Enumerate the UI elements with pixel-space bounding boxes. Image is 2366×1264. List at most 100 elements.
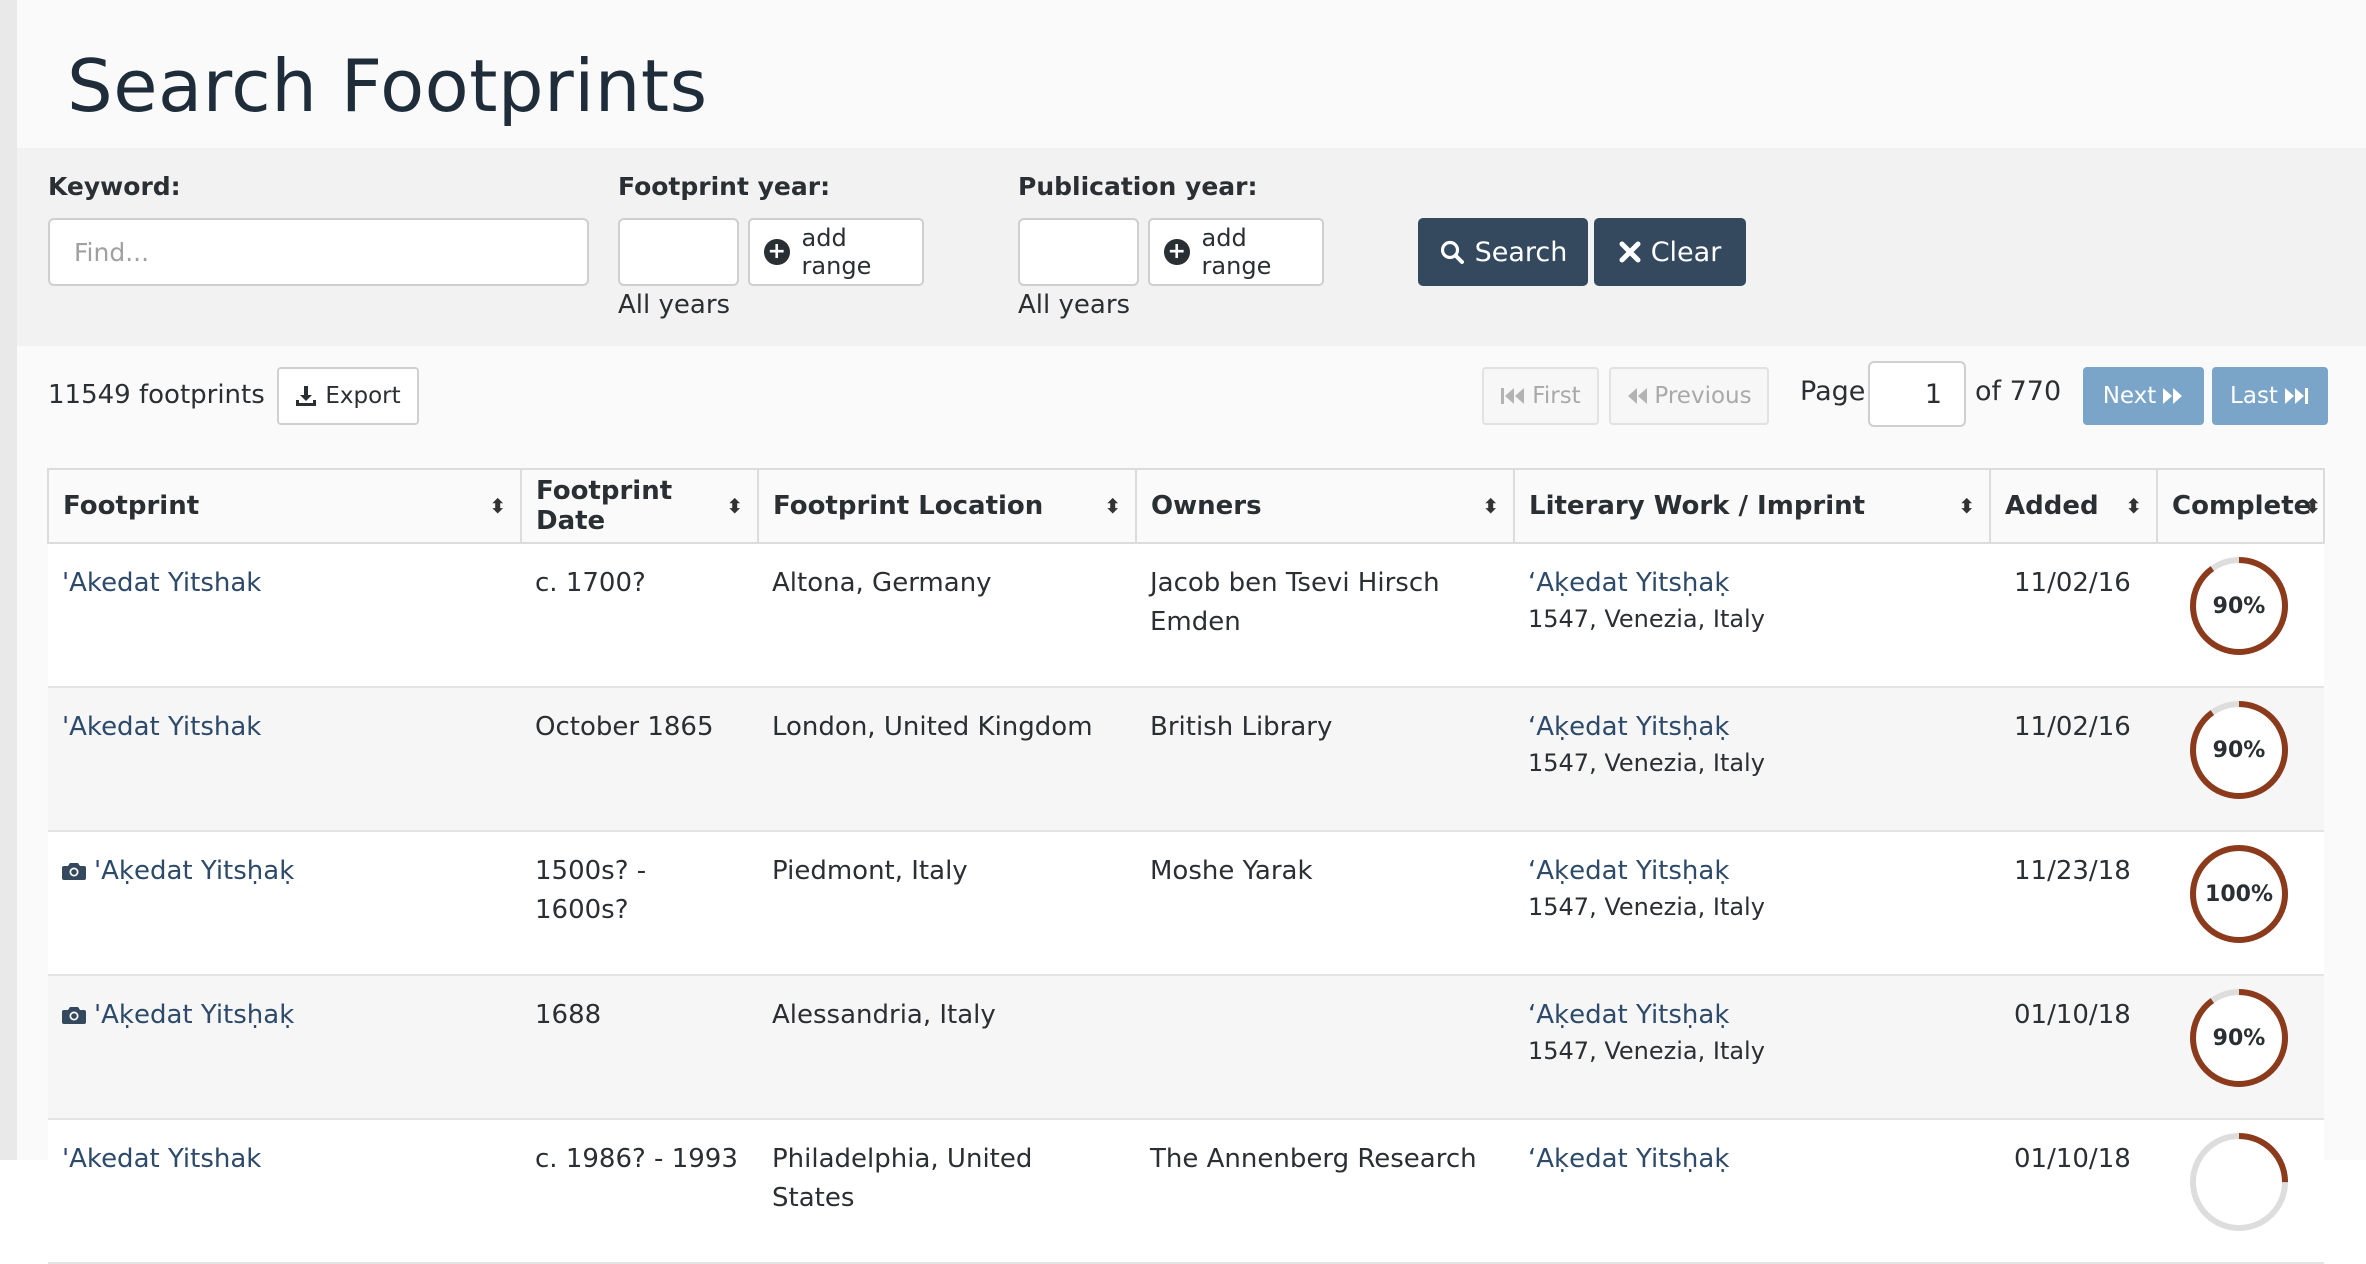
- literary-work-cell: ‘Aḳedat Yitsḥaḳ: [1514, 1119, 1990, 1264]
- plus-circle-icon: +: [1164, 239, 1190, 265]
- imprint-text: 1547, Venezia, Italy: [1528, 749, 1765, 777]
- search-button-label: Search: [1474, 236, 1568, 268]
- results-count: 11549 footprints: [48, 380, 265, 410]
- owners-cell: Moshe Yarak: [1136, 831, 1514, 976]
- owners-cell: [1136, 975, 1514, 1120]
- footprint-link[interactable]: 'Akedat Yitshak: [62, 1144, 261, 1174]
- page-label: Page: [1800, 376, 1866, 407]
- footprint-location-cell: Piedmont, Italy: [758, 831, 1136, 976]
- literary-work-link[interactable]: ‘Aḳedat Yitsḥaḳ: [1528, 852, 1976, 891]
- footprint-cell: 'Akedat Yitshak: [48, 1119, 521, 1264]
- keyword-input[interactable]: [50, 220, 587, 284]
- footprint-year-field: [618, 218, 739, 286]
- footprint-location-cell: London, United Kingdom: [758, 687, 1136, 832]
- literary-work-cell: ‘Aḳedat Yitsḥaḳ 1547, Venezia, Italy: [1514, 543, 1990, 688]
- page-number-field: [1868, 361, 1966, 427]
- camera-icon: [62, 998, 86, 1037]
- footprint-location-cell: Alessandria, Italy: [758, 975, 1136, 1120]
- page-content: Search Footprints Keyword: Footprint yea…: [17, 0, 2366, 1264]
- page-number-input[interactable]: [1870, 363, 1964, 425]
- footprint-link[interactable]: 'Akedat Yitshak: [62, 712, 261, 742]
- plus-circle-icon: +: [764, 239, 790, 265]
- footprint-year-input[interactable]: [620, 220, 737, 284]
- table-header-row: Footprint ⬍ Footprint Date ⬍ Footprint Loc…: [47, 468, 2325, 544]
- column-header-added[interactable]: Added ⬍: [1989, 468, 2158, 544]
- completeness-percent: 100%: [2205, 881, 2273, 907]
- footprints-table: Footprint ⬍ Footprint Date ⬍ Footprint Loc…: [47, 468, 2325, 1264]
- footprint-link[interactable]: 'Akedat Yitshak: [62, 568, 261, 598]
- column-header-complete[interactable]: Complete ⬍: [2156, 468, 2325, 544]
- previous-page-label: Previous: [1654, 383, 1752, 409]
- page-total-label: of 770: [1975, 376, 2062, 407]
- completeness-progress-ring: 90%: [2187, 554, 2291, 658]
- next-page-button[interactable]: Next: [2083, 367, 2204, 425]
- clear-button[interactable]: Clear: [1594, 218, 1746, 286]
- footprint-date-cell: October 1865: [521, 687, 758, 832]
- camera-icon: [62, 854, 86, 893]
- footprint-date-cell: c. 1986? - 1993: [521, 1119, 758, 1264]
- completeness-percent: 90%: [2212, 737, 2266, 763]
- left-page-border: [0, 0, 17, 1160]
- column-header-footprint-date[interactable]: Footprint Date ⬍: [520, 468, 759, 544]
- table-row: 'Akedat Yitshak c. 1700? Altona, Germany Ja…: [48, 543, 2324, 688]
- complete-cell: 90%: [2157, 687, 2324, 832]
- publication-year-input[interactable]: [1020, 220, 1137, 284]
- literary-work-link[interactable]: ‘Aḳedat Yitsḥaḳ: [1528, 564, 1976, 603]
- footprint-date-cell: c. 1700?: [521, 543, 758, 688]
- literary-work-cell: ‘Aḳedat Yitsḥaḳ 1547, Venezia, Italy: [1514, 687, 1990, 832]
- footprint-year-label: Footprint year:: [618, 172, 831, 201]
- column-header-owners[interactable]: Owners ⬍: [1135, 468, 1515, 544]
- last-page-button[interactable]: Last: [2212, 367, 2328, 425]
- footprint-year-add-range-button[interactable]: + add range: [748, 218, 924, 286]
- sort-icon: ⬍: [1958, 494, 1975, 518]
- keyword-field: [48, 218, 589, 286]
- footprint-link[interactable]: 'Aḳedat Yitsḥaḳ: [94, 856, 294, 886]
- completeness-progress-ring: [2187, 1130, 2291, 1234]
- search-button[interactable]: Search: [1418, 218, 1588, 286]
- table-row: 'Akedat Yitshak c. 1986? - 1993 Philadelph…: [48, 1119, 2324, 1264]
- first-page-button[interactable]: First: [1482, 367, 1599, 425]
- keyword-label: Keyword:: [48, 172, 181, 201]
- first-page-label: First: [1532, 383, 1581, 409]
- forward-icon: [2163, 388, 2183, 404]
- clear-button-label: Clear: [1650, 236, 1722, 268]
- owners-cell: Jacob ben Tsevi Hirsch Emden: [1136, 543, 1514, 688]
- complete-cell: [2157, 1119, 2324, 1264]
- column-header-footprint[interactable]: Footprint ⬍: [47, 468, 522, 544]
- publication-year-add-range-button[interactable]: + add range: [1148, 218, 1324, 286]
- column-header-literary-work[interactable]: Literary Work / Imprint ⬍: [1513, 468, 1991, 544]
- sort-icon: ⬍: [1104, 494, 1121, 518]
- footprint-cell: 'Akedat Yitshak: [48, 543, 521, 688]
- backward-icon: [1628, 388, 1648, 404]
- literary-work-link[interactable]: ‘Aḳedat Yitsḥaḳ: [1528, 708, 1976, 747]
- added-date-cell: 11/23/18: [1990, 831, 2157, 976]
- complete-cell: 90%: [2157, 543, 2324, 688]
- footprint-location-cell: Philadelphia, United States: [758, 1119, 1136, 1264]
- add-range-label: add range: [1201, 224, 1272, 280]
- imprint-text: 1547, Venezia, Italy: [1528, 1037, 1765, 1065]
- literary-work-cell: ‘Aḳedat Yitsḥaḳ 1547, Venezia, Italy: [1514, 975, 1990, 1120]
- sort-icon: ⬍: [489, 494, 506, 518]
- footprint-location-cell: Altona, Germany: [758, 543, 1136, 688]
- table-row: 'Aḳedat Yitsḥaḳ 1688 Alessandria, Italy ‘Aḳ…: [48, 975, 2324, 1120]
- footprint-date-cell: 1688: [521, 975, 758, 1120]
- completeness-progress-ring: 90%: [2187, 986, 2291, 1090]
- export-button-label: Export: [325, 383, 401, 409]
- footprint-cell: 'Aḳedat Yitsḥaḳ: [48, 975, 521, 1120]
- footprint-cell: 'Akedat Yitshak: [48, 687, 521, 832]
- column-header-footprint-location[interactable]: Footprint Location ⬍: [757, 468, 1137, 544]
- previous-page-button[interactable]: Previous: [1609, 367, 1769, 425]
- owners-cell: British Library: [1136, 687, 1514, 832]
- footprint-cell: 'Aḳedat Yitsḥaḳ: [48, 831, 521, 976]
- footprint-link[interactable]: 'Aḳedat Yitsḥaḳ: [94, 1000, 294, 1030]
- fast-forward-icon: [2284, 388, 2308, 404]
- added-date-cell: 11/02/16: [1990, 687, 2157, 832]
- fast-backward-icon: [1501, 388, 1525, 404]
- export-button[interactable]: Export: [277, 367, 419, 425]
- added-date-cell: 11/02/16: [1990, 543, 2157, 688]
- literary-work-link[interactable]: ‘Aḳedat Yitsḥaḳ: [1528, 996, 1976, 1035]
- sort-icon: ⬍: [2304, 494, 2321, 518]
- complete-cell: 90%: [2157, 975, 2324, 1120]
- completeness-progress-ring: 100%: [2187, 842, 2291, 946]
- completeness-percent: 90%: [2212, 593, 2266, 619]
